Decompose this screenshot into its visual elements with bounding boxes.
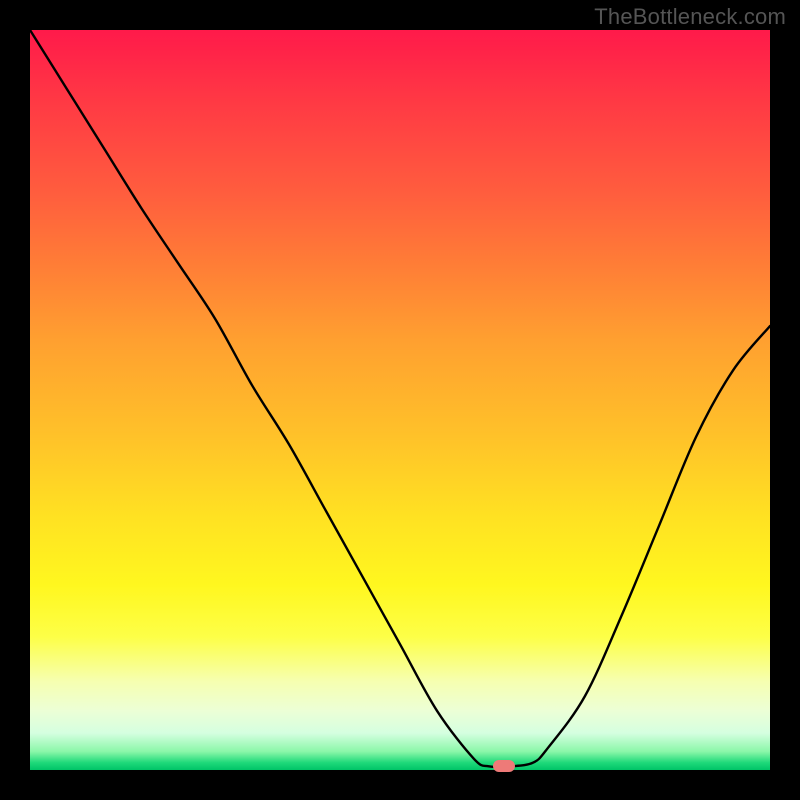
bottleneck-curve xyxy=(30,30,770,770)
optimum-marker xyxy=(493,760,515,772)
chart-frame: TheBottleneck.com xyxy=(0,0,800,800)
watermark-text: TheBottleneck.com xyxy=(594,4,786,30)
curve-path xyxy=(30,30,770,767)
plot-area xyxy=(30,30,770,770)
